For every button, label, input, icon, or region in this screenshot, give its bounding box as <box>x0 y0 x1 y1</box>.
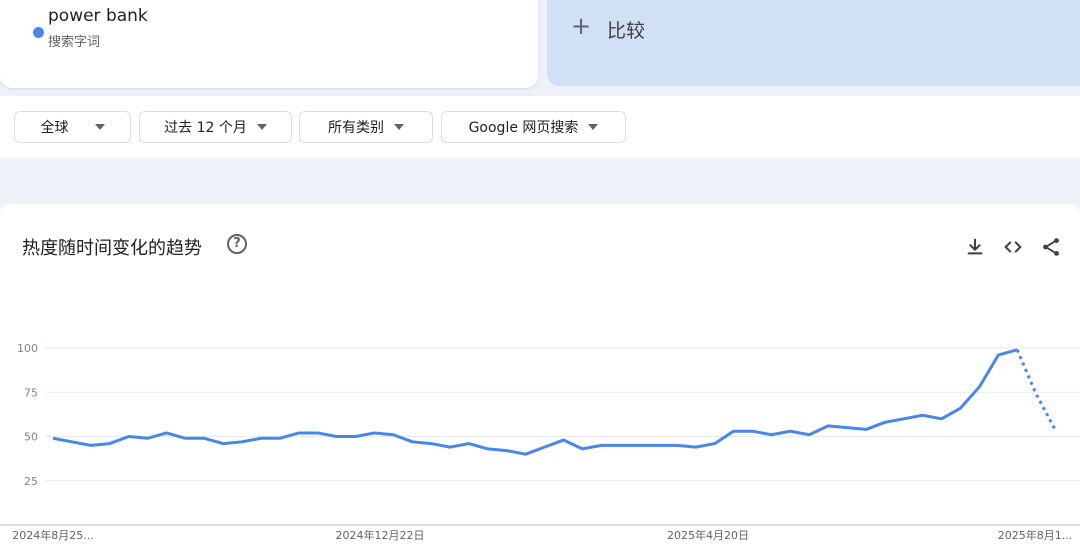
search-term-card[interactable]: power bank 搜索字词 <box>0 0 538 88</box>
data-point[interactable] <box>652 439 664 451</box>
data-point[interactable] <box>160 427 172 439</box>
data-point[interactable] <box>66 436 78 448</box>
term-color-dot <box>33 27 44 38</box>
data-point[interactable] <box>406 436 418 448</box>
region-filter-label: 全球 <box>40 120 69 136</box>
time-range-filter-dropdown[interactable]: 过去 12 个月 <box>139 111 292 143</box>
data-point[interactable] <box>198 432 210 444</box>
x-tick-label: 2025年8月1... <box>998 528 1072 542</box>
data-point[interactable] <box>633 439 645 451</box>
data-point[interactable] <box>576 443 588 455</box>
data-point[interactable] <box>142 432 154 444</box>
caret-down-icon <box>94 124 105 130</box>
data-point[interactable] <box>1049 423 1061 435</box>
data-point[interactable] <box>973 381 985 393</box>
plus-icon: + <box>571 12 592 40</box>
search-type-filter-dropdown[interactable]: Google 网页搜索 <box>441 111 626 143</box>
data-point[interactable] <box>123 431 135 443</box>
data-point[interactable] <box>822 420 834 432</box>
data-point[interactable] <box>539 441 551 453</box>
data-point[interactable] <box>444 441 456 453</box>
y-tick-label: 25 <box>24 475 38 488</box>
data-point[interactable] <box>860 423 872 435</box>
data-point[interactable] <box>709 438 721 450</box>
data-point[interactable] <box>179 432 191 444</box>
data-point[interactable] <box>803 429 815 441</box>
caret-down-icon <box>588 124 599 130</box>
data-point[interactable] <box>765 429 777 441</box>
y-tick-label: 75 <box>24 386 38 399</box>
x-tick-label: 2024年8月25... <box>12 528 93 542</box>
compare-label: 比较 <box>607 20 646 42</box>
data-point[interactable] <box>1011 344 1023 356</box>
data-point[interactable] <box>841 422 853 434</box>
filter-bar: 全球 过去 12 个月 所有类别 Google 网页搜索 <box>0 96 1080 158</box>
data-point[interactable] <box>917 409 929 421</box>
time-range-filter-label: 过去 12 个月 <box>164 120 247 136</box>
data-point[interactable] <box>747 425 759 437</box>
caret-down-icon <box>256 124 267 130</box>
category-filter-label: 所有类别 <box>328 120 384 136</box>
series-line-solid[interactable] <box>52 348 1018 456</box>
x-tick-label: 2024年12月22日 <box>336 528 425 542</box>
data-point[interactable] <box>557 434 569 446</box>
data-point[interactable] <box>482 443 494 455</box>
data-point[interactable] <box>1030 388 1042 400</box>
data-point[interactable] <box>879 416 891 428</box>
trend-line-chart: 25 50 75 100 2024年8月25... 2024年12月22日 2025年4月… <box>0 342 1080 542</box>
data-point[interactable] <box>954 402 966 414</box>
data-point[interactable] <box>520 448 532 460</box>
data-point[interactable] <box>784 425 796 437</box>
data-point[interactable] <box>236 436 248 448</box>
data-point[interactable] <box>992 349 1004 361</box>
data-point[interactable] <box>312 427 324 439</box>
data-point[interactable] <box>368 427 380 439</box>
y-axis-ticks: 25 50 75 100 <box>17 342 38 488</box>
data-point[interactable] <box>274 432 286 444</box>
data-point[interactable] <box>728 425 740 437</box>
data-point[interactable] <box>595 439 607 451</box>
data-point[interactable] <box>349 431 361 443</box>
x-tick-label: 2025年4月20日 <box>667 528 749 542</box>
data-point[interactable] <box>255 432 267 444</box>
compare-button[interactable]: + 比较 <box>547 0 1080 86</box>
category-filter-dropdown[interactable]: 所有类别 <box>299 111 433 143</box>
data-point[interactable] <box>501 445 513 457</box>
data-point[interactable] <box>614 439 626 451</box>
data-point[interactable] <box>690 441 702 453</box>
caret-down-icon <box>394 124 404 130</box>
search-type-filter-label: Google 网页搜索 <box>468 120 579 136</box>
data-point[interactable] <box>898 413 910 425</box>
data-point[interactable] <box>47 432 59 444</box>
data-point[interactable] <box>425 438 437 450</box>
data-point[interactable] <box>331 431 343 443</box>
data-point[interactable] <box>104 438 116 450</box>
x-axis-ticks: 2024年8月25... 2024年12月22日 2025年4月20日 2025年8月… <box>12 528 1072 542</box>
series-power-bank[interactable] <box>47 344 1061 460</box>
data-point[interactable] <box>936 413 948 425</box>
search-term-name[interactable]: power bank <box>48 6 148 26</box>
interest-over-time-card: 热度随时间变化的趋势 ? 25 50 75 100 2024年8月25... 2024年… <box>0 204 1080 553</box>
data-point[interactable] <box>463 438 475 450</box>
data-point[interactable] <box>387 429 399 441</box>
y-tick-label: 50 <box>24 431 38 444</box>
data-point[interactable] <box>671 439 683 451</box>
data-point[interactable] <box>85 439 97 451</box>
y-tick-label: 100 <box>17 342 38 355</box>
data-point[interactable] <box>293 427 305 439</box>
region-filter-dropdown[interactable]: 全球 <box>14 111 131 143</box>
data-point[interactable] <box>217 438 229 450</box>
search-term-type: 搜索字词 <box>48 35 101 50</box>
